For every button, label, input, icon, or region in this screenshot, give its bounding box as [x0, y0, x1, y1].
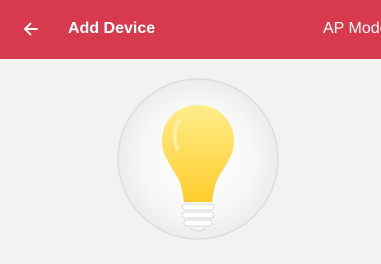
- content-area: [0, 59, 381, 264]
- light-bulb-icon: [117, 78, 279, 240]
- arrow-left-icon: [24, 22, 38, 36]
- ap-mode-button[interactable]: AP Mode: [323, 19, 381, 39]
- back-button[interactable]: [18, 16, 44, 42]
- page-title: Add Device: [68, 20, 156, 37]
- app-bar: Add Device AP Mode: [0, 0, 381, 59]
